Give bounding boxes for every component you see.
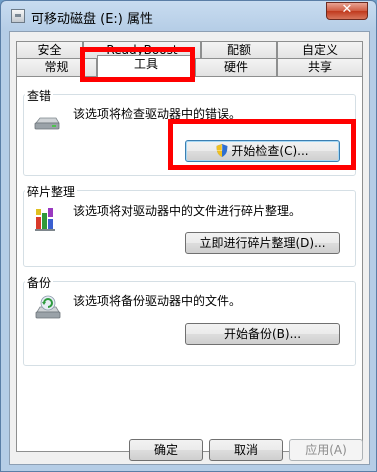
ok-button[interactable]: 确定: [129, 439, 203, 461]
close-button[interactable]: ✕: [326, 2, 368, 20]
start-backup-button[interactable]: 开始备份(B)...: [185, 323, 340, 345]
defrag-label: 碎片整理: [25, 183, 78, 200]
error-check-label: 查错: [25, 87, 54, 104]
drive-icon: [11, 9, 25, 23]
backup-description: 该选项将备份驱动器中的文件。: [73, 294, 242, 308]
close-icon: ✕: [341, 2, 353, 17]
defrag-now-button[interactable]: 立即进行碎片整理(D)...: [185, 232, 340, 254]
defrag-icon: [35, 208, 55, 231]
tab-security[interactable]: 安全: [16, 41, 83, 59]
tab-hardware[interactable]: 硬件: [195, 58, 277, 76]
tab-quota[interactable]: 配额: [201, 41, 277, 59]
drive-icon: [34, 117, 60, 130]
properties-window: 可移动磁盘 (E:) 属性 ✕ 安全 ReadyBoost 配额 自定义 常规 …: [0, 0, 377, 472]
dialog-client: 安全 ReadyBoost 配额 自定义 常规 工具 硬件 共享 查错 该选项将…: [9, 31, 370, 465]
defrag-description: 该选项将对驱动器中的文件进行碎片整理。: [73, 204, 302, 218]
tab-sharing[interactable]: 共享: [277, 58, 363, 76]
tab-customize[interactable]: 自定义: [277, 41, 363, 59]
title-bar[interactable]: 可移动磁盘 (E:) 属性 ✕: [1, 1, 376, 31]
cancel-button[interactable]: 取消: [209, 439, 283, 461]
backup-label: 备份: [25, 274, 54, 291]
apply-button[interactable]: 应用(A): [289, 439, 363, 461]
backup-icon: [35, 295, 61, 319]
annotation-box-check-button: [168, 119, 356, 170]
annotation-box-tools-tab: [80, 47, 195, 82]
window-title: 可移动磁盘 (E:) 属性: [31, 12, 154, 27]
